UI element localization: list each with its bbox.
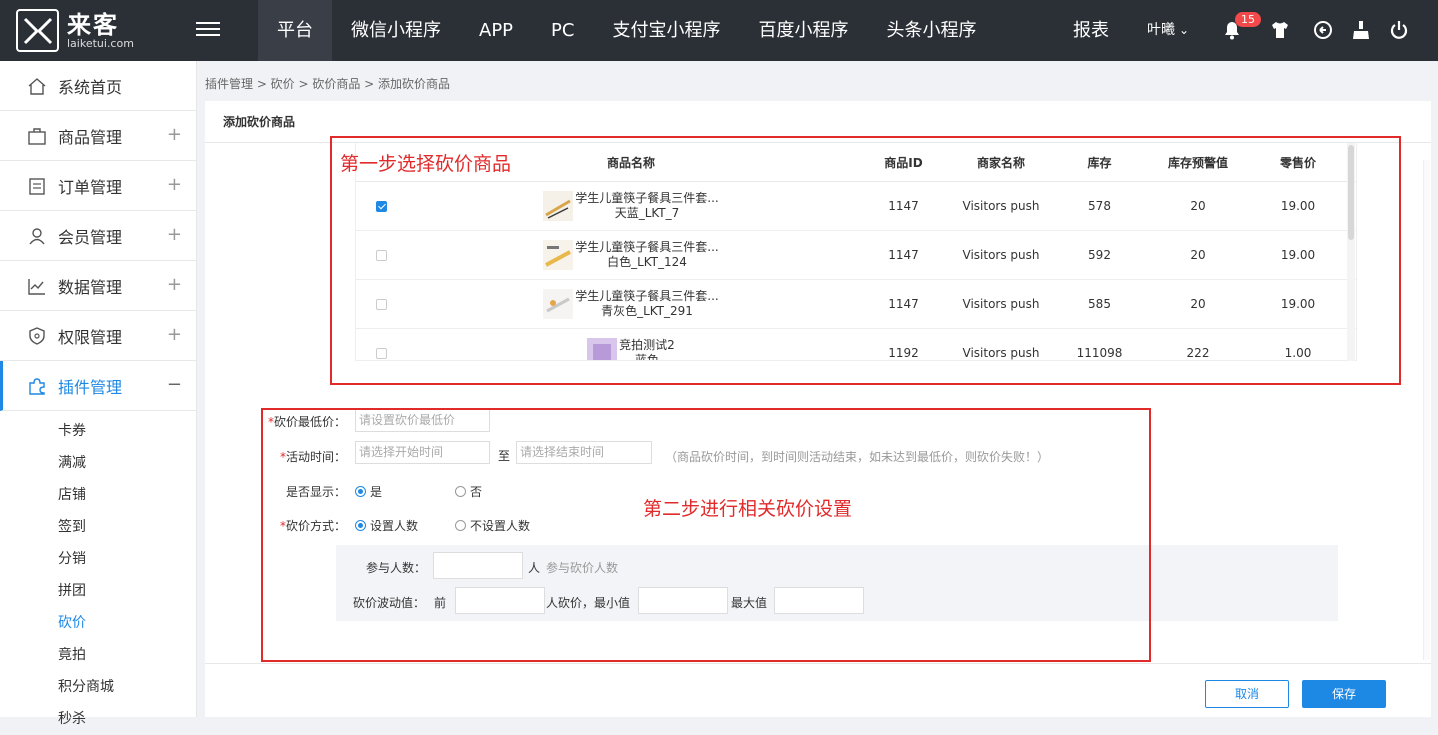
member-icon xyxy=(29,227,45,244)
footer-divider xyxy=(205,663,1431,664)
back-circle-icon[interactable] xyxy=(1312,19,1334,41)
menu-toggle-icon[interactable] xyxy=(196,18,220,42)
logo-subtitle: laiketui.com xyxy=(67,36,134,50)
sidebar-item-label: 插件管理 xyxy=(58,377,123,397)
nav-alipay[interactable]: 支付宝小程序 xyxy=(593,0,739,61)
sub-item-store[interactable]: 店铺 xyxy=(0,479,196,511)
sidebar-item-orders[interactable]: 订单管理 + xyxy=(0,161,196,211)
sub-item-distribution[interactable]: 分销 xyxy=(0,543,196,575)
sidebar: 系统首页 商品管理 + 订单管理 + 会员管理 + 数据管理 + 权限管理 + … xyxy=(0,61,197,727)
sidebar-item-permissions[interactable]: 权限管理 + xyxy=(0,311,196,361)
top-nav: 平台 微信小程序 APP PC 支付宝小程序 百度小程序 头条小程序 xyxy=(258,0,995,61)
plus-icon: + xyxy=(166,224,182,245)
sub-item-signin[interactable]: 签到 xyxy=(0,511,196,543)
sub-item-group[interactable]: 拼团 xyxy=(0,575,196,607)
user-menu[interactable]: 叶曦 ⌄ xyxy=(1147,0,1189,61)
sub-item-coupon[interactable]: 卡券 xyxy=(0,415,196,447)
shirt-icon[interactable] xyxy=(1269,19,1291,41)
sidebar-item-label: 数据管理 xyxy=(58,277,123,297)
plus-icon: + xyxy=(166,324,182,345)
chevron-down-icon: ⌄ xyxy=(1179,23,1190,37)
plus-icon: + xyxy=(166,174,182,195)
puzzle-icon xyxy=(29,377,45,395)
broom-icon[interactable] xyxy=(1350,19,1372,41)
sidebar-item-label: 权限管理 xyxy=(58,327,123,347)
sub-item-points-mall[interactable]: 积分商城 xyxy=(0,671,196,703)
nav-baidu[interactable]: 百度小程序 xyxy=(739,0,867,61)
nav-platform[interactable]: 平台 xyxy=(258,0,332,61)
sidebar-item-label: 订单管理 xyxy=(58,177,123,197)
nav-pc[interactable]: PC xyxy=(532,0,593,61)
sidebar-item-goods[interactable]: 商品管理 + xyxy=(0,111,196,161)
sub-item-auction[interactable]: 竟拍 xyxy=(0,639,196,671)
nav-toutiao[interactable]: 头条小程序 xyxy=(867,0,995,61)
sub-item-flash-sale[interactable]: 秒杀 xyxy=(0,703,196,735)
cancel-button[interactable]: 取消 xyxy=(1205,680,1289,708)
sidebar-item-home[interactable]: 系统首页 xyxy=(0,61,196,111)
nav-wechat[interactable]: 微信小程序 xyxy=(332,0,460,61)
sidebar-item-label: 系统首页 xyxy=(58,77,123,97)
step1-annotation: 第一步选择砍价商品 xyxy=(340,153,512,175)
report-link[interactable]: 报表 xyxy=(1073,0,1109,61)
shield-icon xyxy=(29,326,45,345)
sub-item-discount[interactable]: 满减 xyxy=(0,447,196,479)
notification-badge: 15 xyxy=(1235,12,1261,27)
plus-icon: + xyxy=(166,124,182,145)
logo[interactable]: 来客 laiketui.com xyxy=(16,9,134,52)
page-scrollbar[interactable] xyxy=(1423,160,1430,660)
power-icon[interactable] xyxy=(1388,19,1410,41)
chart-icon xyxy=(28,278,45,295)
sub-item-bargain[interactable]: 砍价 xyxy=(0,607,196,639)
sidebar-item-data[interactable]: 数据管理 + xyxy=(0,261,196,311)
nav-app[interactable]: APP xyxy=(460,0,532,61)
minus-icon: − xyxy=(166,374,182,395)
sidebar-item-plugins[interactable]: 插件管理 − xyxy=(0,361,196,411)
user-name: 叶曦 xyxy=(1147,22,1175,38)
bag-icon xyxy=(28,127,46,145)
logo-title: 来客 xyxy=(67,10,119,39)
step2-highlight-box xyxy=(261,408,1151,662)
plus-icon: + xyxy=(166,274,182,295)
breadcrumb: 插件管理 > 砍价 > 砍价商品 > 添加砍价商品 xyxy=(205,77,451,91)
order-icon xyxy=(29,177,45,195)
sidebar-item-label: 会员管理 xyxy=(58,227,123,247)
save-button[interactable]: 保存 xyxy=(1302,680,1386,708)
top-bar: 来客 laiketui.com 平台 微信小程序 APP PC 支付宝小程序 百… xyxy=(0,0,1438,61)
sidebar-item-members[interactable]: 会员管理 + xyxy=(0,211,196,261)
sidebar-item-label: 商品管理 xyxy=(58,127,123,147)
home-icon xyxy=(28,77,46,95)
plugin-sub-menu: 卡券 满减 店铺 签到 分销 拼团 砍价 竟拍 积分商城 秒杀 xyxy=(0,411,196,735)
logo-mark-icon xyxy=(16,9,59,52)
